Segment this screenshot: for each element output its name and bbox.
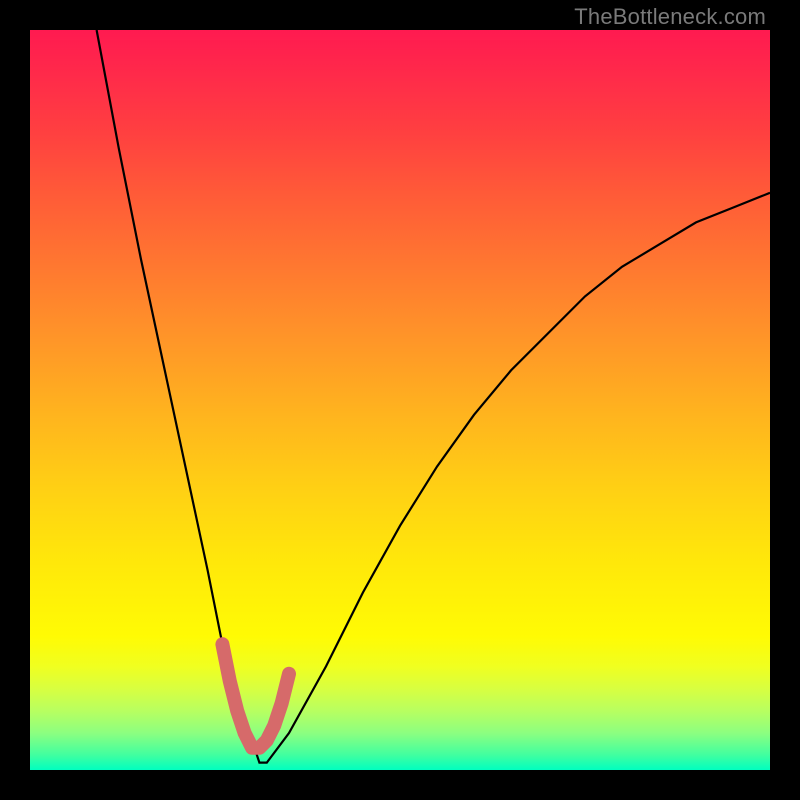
watermark-text: TheBottleneck.com [574, 4, 766, 30]
bottleneck-curve-line [97, 30, 770, 763]
chart-svg [30, 30, 770, 770]
plot-area [30, 30, 770, 770]
chart-frame: TheBottleneck.com [0, 0, 800, 800]
optimal-marker-line [222, 644, 289, 748]
